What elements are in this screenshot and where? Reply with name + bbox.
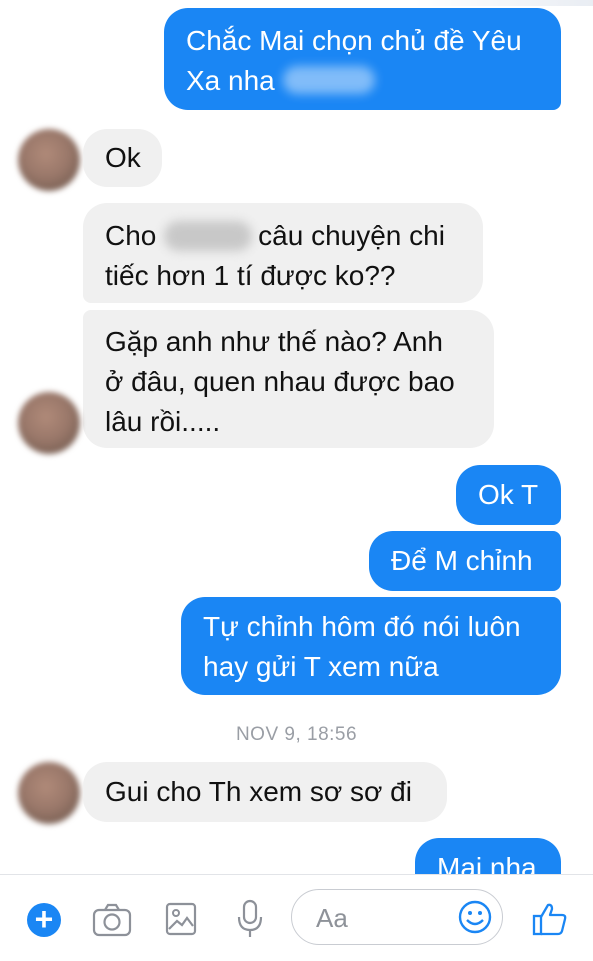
message-text: câu chuyện chi xyxy=(258,220,445,251)
redacted-name xyxy=(164,221,253,251)
message-text: Tự chỉnh hôm đó nói luôn xyxy=(203,611,521,642)
message-text: Gặp anh như thế nào? Anh xyxy=(105,326,443,357)
avatar[interactable] xyxy=(18,392,80,454)
camera-icon[interactable] xyxy=(92,903,132,937)
message-text: Gui cho Th xem sơ sơ đi xyxy=(105,776,412,807)
message-text: tiếc hơn 1 tí được ko?? xyxy=(105,260,396,291)
message-text: Cho xyxy=(105,220,157,251)
message-text: Ok T xyxy=(478,479,539,510)
message-bubble-incoming[interactable]: Gui cho Th xem sơ sơ đi xyxy=(83,762,447,822)
message-bubble-incoming[interactable]: Gặp anh như thế nào? Anh ở đâu, quen nha… xyxy=(83,310,494,448)
emoji-icon[interactable] xyxy=(458,900,492,934)
message-bubble-outgoing[interactable]: Ok T xyxy=(456,465,561,525)
message-input-field[interactable] xyxy=(291,889,503,945)
message-text: lâu rồi..... xyxy=(105,406,221,437)
message-text: Để M chỉnh xyxy=(391,545,533,576)
thumbs-up-icon[interactable] xyxy=(532,901,568,937)
message-text: Ok xyxy=(105,142,141,173)
image-icon[interactable] xyxy=(165,902,197,936)
microphone-icon[interactable] xyxy=(237,899,263,939)
message-text: Xa nha xyxy=(186,65,275,96)
avatar[interactable] xyxy=(18,762,80,824)
message-text: hay gửi T xem nữa xyxy=(203,651,439,682)
avatar[interactable] xyxy=(18,129,80,191)
redacted-name xyxy=(282,66,375,94)
plus-icon[interactable]: + xyxy=(27,903,61,937)
top-edge xyxy=(0,0,593,6)
message-bubble-incoming[interactable]: Ok xyxy=(83,129,162,187)
message-text: Chắc Mai chọn chủ đề Yêu xyxy=(186,25,522,56)
composer-bar: + xyxy=(0,874,593,961)
timestamp: NOV 9, 18:56 xyxy=(235,724,358,745)
message-text: ở đâu, quen nhau được bao xyxy=(105,366,455,397)
message-bubble-outgoing[interactable]: Chắc Mai chọn chủ đề Yêu Xa nha xyxy=(164,8,561,110)
message-bubble-outgoing[interactable]: Để M chỉnh xyxy=(369,531,561,591)
message-input[interactable] xyxy=(314,900,448,936)
message-bubble-outgoing[interactable]: Tự chỉnh hôm đó nói luôn hay gửi T xem n… xyxy=(181,597,561,695)
message-bubble-incoming[interactable]: Cho câu chuyện chi tiếc hơn 1 tí được ko… xyxy=(83,203,483,303)
